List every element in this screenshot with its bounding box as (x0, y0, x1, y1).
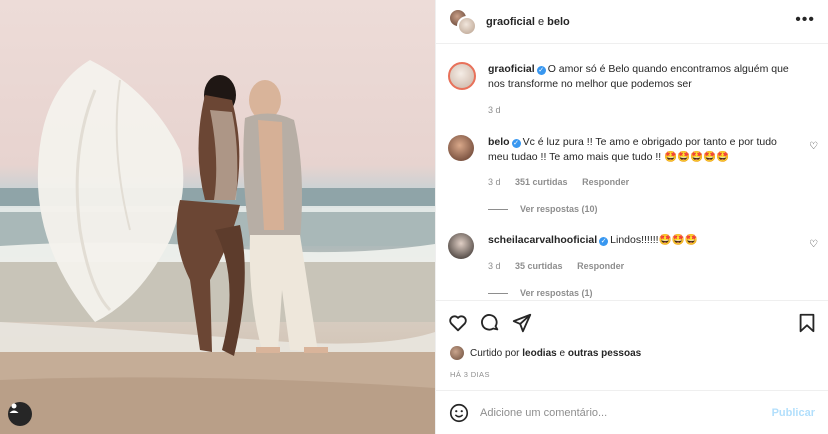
caption-text: graoficial ✓ O amor só é Belo quando encon… (488, 62, 798, 92)
user-icon (9, 403, 19, 413)
caption-row: graoficial ✓ O amor só é Belo quando encon… (448, 62, 818, 122)
header-user2[interactable]: belo (547, 16, 570, 28)
tagged-users-button[interactable] (8, 402, 32, 426)
likes-summary: Curtido por leodias e outras pessoas (450, 346, 641, 360)
comments-list: graoficial ✓ O amor só é Belo quando encon… (436, 55, 828, 305)
likes-user[interactable]: leodias (522, 348, 556, 359)
header-user1[interactable]: graoficial (486, 16, 535, 28)
bookmark-icon[interactable] (796, 312, 818, 334)
like-comment-heart-icon[interactable]: ♡ (809, 239, 818, 250)
caption-meta: 3 d (488, 105, 513, 115)
add-comment-bar: Adicione um comentário... Publicar (436, 390, 828, 434)
replies-line (488, 208, 508, 210)
beach-couple-image (0, 60, 435, 434)
emoji-icon[interactable] (448, 402, 470, 424)
view-replies-label: Ver respostas (1) (520, 288, 593, 298)
comment-time: 3 d (488, 177, 501, 187)
reply-button[interactable]: Responder (577, 261, 624, 271)
avatar-graoficial[interactable] (448, 62, 476, 90)
heart-icon[interactable] (447, 312, 469, 334)
comment-icon[interactable] (479, 312, 501, 334)
collab-avatars[interactable] (448, 7, 478, 36)
comment-body: Lindos!!!!!!🤩🤩🤩 (610, 234, 698, 246)
verified-icon: ✓ (511, 139, 521, 148)
view-replies-label: Ver respostas (10) (520, 204, 598, 214)
comment-time: 3 d (488, 261, 501, 271)
replies-line (488, 292, 508, 294)
avatar-belo[interactable] (448, 135, 474, 161)
avatar-belo[interactable] (457, 15, 477, 36)
caption-username[interactable]: graoficial (488, 63, 535, 75)
verified-icon: ✓ (599, 237, 609, 246)
avatar-scheilacarvalhooficial[interactable] (448, 233, 474, 259)
likes-suffix: e (559, 347, 566, 359)
comment-meta: 3 d 35 curtidas Responder (488, 261, 636, 271)
comment-input[interactable]: Adicione um comentário... (480, 407, 772, 419)
caption-time: 3 d (488, 105, 501, 115)
post-header: graoficial e belo ••• (436, 0, 828, 44)
publish-button[interactable]: Publicar (772, 407, 815, 419)
comment-meta: 3 d 351 curtidas Responder (488, 177, 641, 187)
comment-row: scheilacarvalhooficial ✓ Lindos!!!!!!🤩🤩🤩 ♡… (448, 233, 818, 303)
post-side-panel: graoficial e belo ••• graoficial ✓ O amor … (435, 0, 828, 434)
share-icon[interactable] (511, 312, 533, 334)
view-replies[interactable]: Ver respostas (10) (488, 204, 598, 214)
header-conj: e (537, 15, 545, 28)
comment-likes[interactable]: 35 curtidas (515, 261, 563, 271)
likes-others[interactable]: outras pessoas (568, 348, 641, 359)
comment-username[interactable]: scheilacarvalhooficial (488, 234, 597, 246)
comment-body: Vc é luz pura !! Te amo e obrigado por t… (488, 136, 777, 163)
view-replies[interactable]: Ver respostas (1) (488, 288, 593, 298)
avatar-leodias[interactable] (450, 346, 464, 360)
comment-text: scheilacarvalhooficial ✓ Lindos!!!!!!🤩🤩🤩 (488, 233, 798, 248)
comment-row: belo ✓ Vc é luz pura !! Te amo e obrigado … (448, 135, 818, 220)
likes-prefix: Curtido por (470, 347, 520, 359)
more-horizontal-icon[interactable]: ••• (795, 12, 815, 28)
verified-icon: ✓ (536, 66, 546, 75)
comment-text: belo ✓ Vc é luz pura !! Te amo e obrigado … (488, 135, 798, 165)
comment-username[interactable]: belo (488, 136, 510, 148)
like-comment-heart-icon[interactable]: ♡ (809, 141, 818, 152)
post-photo[interactable] (0, 0, 435, 434)
instagram-post: graoficial e belo ••• graoficial ✓ O amor … (0, 0, 828, 434)
reply-button[interactable]: Responder (582, 177, 629, 187)
post-actions (436, 300, 828, 344)
header-title: graoficial e belo (486, 16, 570, 28)
comment-likes[interactable]: 351 curtidas (515, 177, 568, 187)
post-time[interactable]: HÁ 3 DIAS (450, 370, 490, 379)
